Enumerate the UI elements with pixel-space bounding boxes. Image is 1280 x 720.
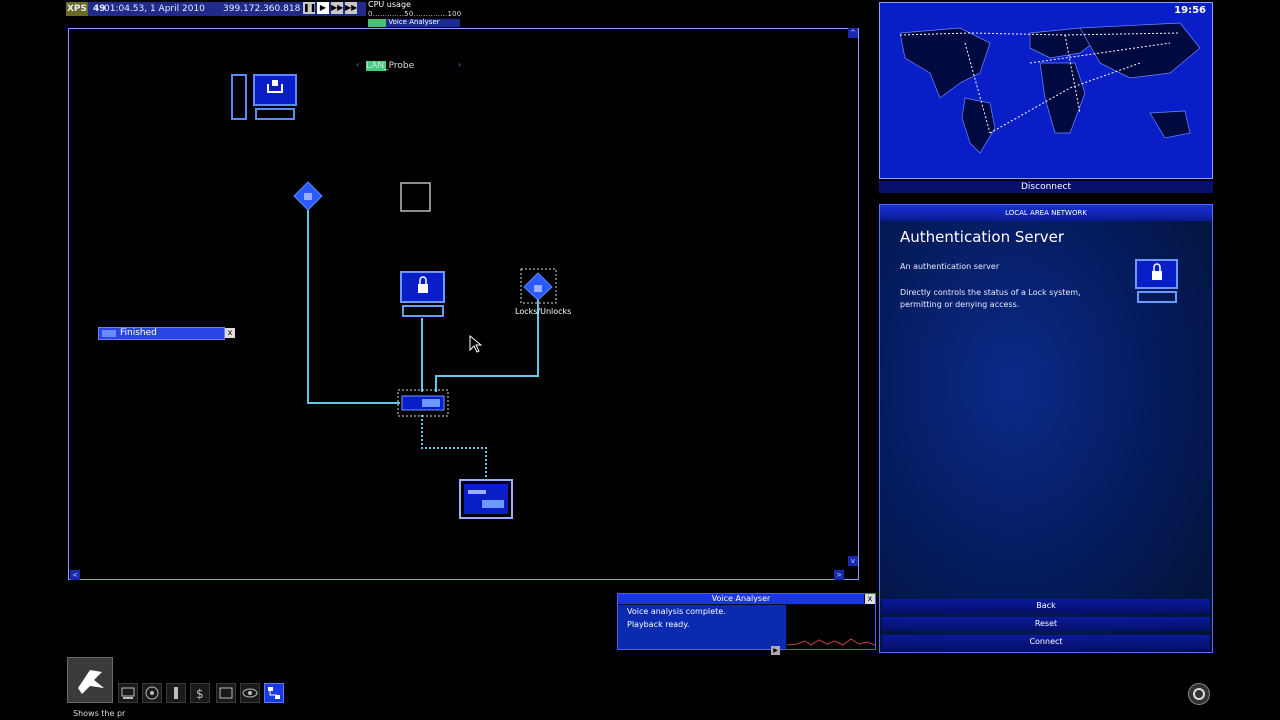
computer-icon[interactable] [118, 683, 138, 703]
unknown-node-icon[interactable] [400, 182, 431, 212]
link-router-terminal [421, 415, 487, 480]
clock: 19:56 [1174, 5, 1206, 16]
gateway-node-icon[interactable] [293, 181, 323, 211]
disconnect-button[interactable]: Disconnect [879, 181, 1213, 193]
connect-button[interactable]: Connect [882, 635, 1210, 649]
info-title: Authentication Server [900, 228, 1065, 246]
voice-line-1: Voice analysis complete. [627, 607, 726, 616]
voice-analyser-title: Voice Analyser [618, 594, 864, 604]
back-button[interactable]: Back [882, 599, 1210, 613]
computer-icon[interactable] [231, 74, 297, 120]
lock-node-label: Locks/Unlocks [515, 307, 572, 316]
terminal-node-icon[interactable] [459, 479, 513, 519]
link-gateway-router [307, 210, 400, 404]
play-icon[interactable]: ▶ [771, 646, 780, 655]
file-icon[interactable] [216, 683, 236, 703]
settings-icon[interactable] [1188, 683, 1210, 705]
eye-icon[interactable] [240, 683, 260, 703]
mouse-cursor-icon [469, 334, 483, 353]
authentication-server-icon[interactable] [400, 271, 445, 317]
voice-messages: Voice analysis complete. Playback ready.… [618, 605, 786, 655]
close-icon[interactable]: x [865, 594, 875, 604]
probe-icon[interactable] [166, 683, 186, 703]
voice-analyser-window: Voice Analyser x Voice analysis complete… [617, 593, 876, 655]
info-header: LOCAL AREA NETWORK [880, 205, 1212, 221]
node-info-panel: LOCAL AREA NETWORK Authentication Server… [879, 204, 1213, 653]
waveform-graphic [786, 638, 876, 646]
lock-node-icon[interactable] [520, 268, 557, 304]
network-icon[interactable] [264, 683, 284, 703]
tooltip-hint: Shows the pr [73, 709, 126, 718]
software-menu-icon [78, 670, 104, 694]
world-map-graphic [899, 22, 1201, 154]
world-map[interactable]: 19:56 [879, 2, 1213, 179]
router-node-icon[interactable] [397, 389, 449, 417]
info-subtitle: An authentication server [900, 262, 1000, 271]
finance-icon[interactable]: $ [190, 683, 210, 703]
info-description: Directly controls the status of a Lock s… [900, 288, 1081, 309]
voice-line-2: Playback ready. [627, 620, 690, 629]
network-diagram [231, 74, 557, 519]
authentication-server-icon [1135, 259, 1178, 303]
reset-button[interactable]: Reset [882, 617, 1210, 631]
waveform-display [786, 605, 876, 649]
software-menu-button[interactable] [67, 657, 113, 703]
gateway-icon[interactable] [142, 683, 162, 703]
svg-text:$: $ [196, 687, 204, 701]
